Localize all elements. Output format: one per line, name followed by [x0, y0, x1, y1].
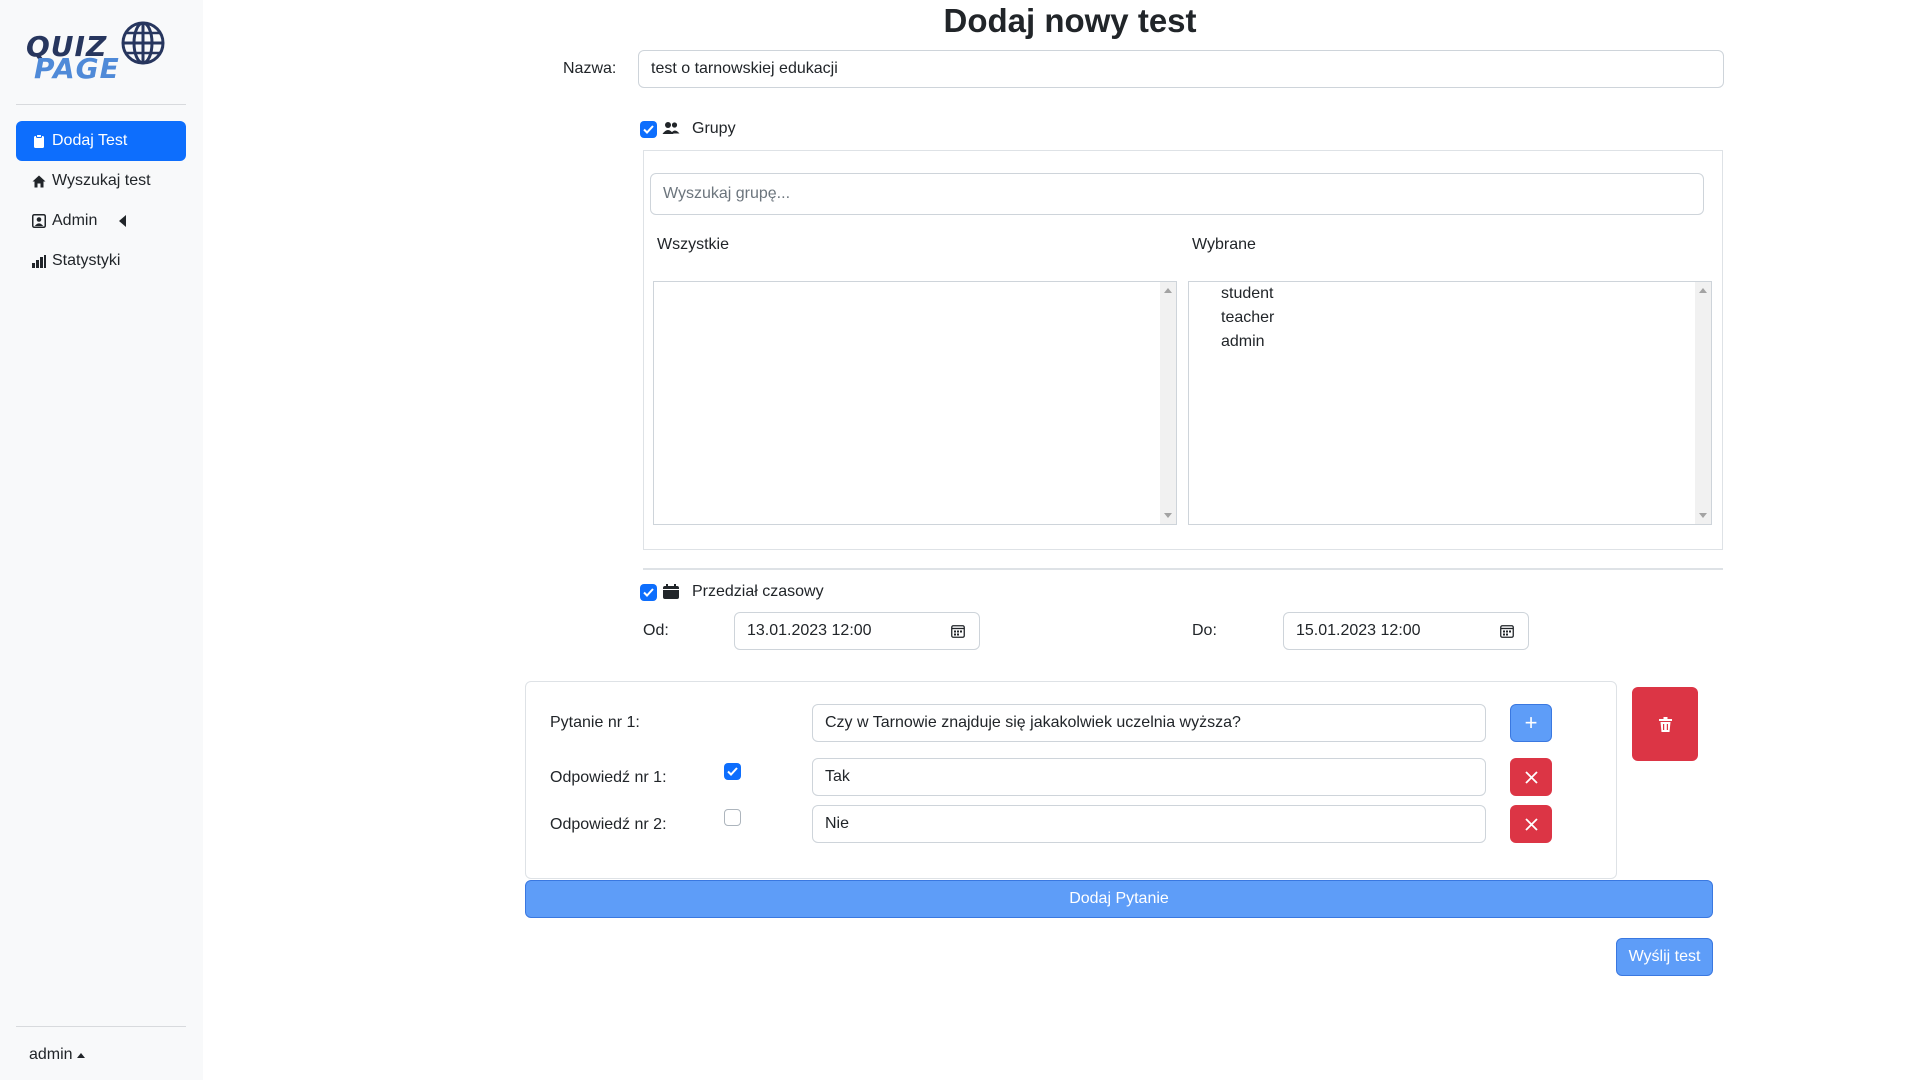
to-label: Do:: [1192, 622, 1217, 639]
answer-input[interactable]: Nie: [812, 805, 1486, 843]
trash-icon: [1658, 716, 1672, 732]
name-label: Nazwa:: [563, 60, 617, 77]
time-range-label: Przedział czasowy: [692, 583, 824, 600]
add-answer-button[interactable]: +: [1510, 704, 1552, 742]
test-name-input[interactable]: test o tarnowskiej edukacji: [638, 50, 1724, 88]
group-search-input[interactable]: Wyszukaj grupę...: [650, 173, 1704, 215]
sidebar-item-dodaj-test[interactable]: Dodaj Test: [16, 121, 186, 161]
sidebar-item-wyszukaj-test[interactable]: Wyszukaj test: [16, 161, 186, 201]
sidebar: QUIZ PAGE Dodaj Test Wyszukaj test Admin…: [0, 0, 203, 1080]
selected-groups-label: Wybrane: [1192, 236, 1256, 253]
sidebar-item-label: Statystyki: [52, 252, 121, 269]
answer-correct-checkbox[interactable]: [724, 763, 741, 780]
list-item[interactable]: student: [1221, 285, 1273, 303]
answer-correct-checkbox[interactable]: [724, 809, 741, 826]
logo-text-page: PAGE: [34, 52, 120, 85]
question-label: Pytanie nr 1:: [550, 714, 640, 731]
globe-icon: [121, 21, 165, 65]
sidebar-divider-bottom: [16, 1026, 186, 1027]
clipboard-icon: [32, 134, 46, 148]
groups-checkbox[interactable]: [640, 121, 657, 138]
sidebar-item-admin[interactable]: Admin: [16, 201, 186, 241]
answer-label: Odpowiedź nr 2:: [550, 816, 667, 833]
list-item[interactable]: admin: [1221, 333, 1265, 351]
scrollbar[interactable]: [1695, 282, 1711, 524]
house-icon: [32, 174, 46, 188]
groups-checkbox-label: Grupy: [692, 120, 736, 137]
sidebar-item-statystyki[interactable]: Statystyki: [16, 241, 186, 281]
delete-question-button[interactable]: [1632, 687, 1698, 761]
send-test-button[interactable]: Wyślij test: [1616, 938, 1713, 976]
user-menu[interactable]: admin: [29, 1046, 85, 1064]
groups-panel: Wyszukaj grupę... Wszystkie Wybrane stud…: [643, 150, 1723, 550]
all-groups-list[interactable]: [653, 281, 1177, 525]
list-item[interactable]: teacher: [1221, 309, 1274, 327]
calendar-picker-icon[interactable]: [1500, 624, 1514, 643]
close-icon: [1524, 817, 1538, 831]
remove-answer-button[interactable]: [1510, 758, 1552, 796]
all-groups-label: Wszystkie: [657, 236, 729, 253]
caret-up-icon: [76, 1052, 85, 1058]
remove-answer-button[interactable]: [1510, 805, 1552, 843]
sidebar-item-label: Wyszukaj test: [52, 172, 151, 189]
bar-chart-icon: [32, 254, 46, 268]
section-divider: [643, 568, 1723, 570]
calendar-picker-icon[interactable]: [951, 624, 965, 643]
add-question-button[interactable]: Dodaj Pytanie: [525, 880, 1713, 918]
caret-left-icon: [119, 215, 127, 227]
close-icon: [1524, 770, 1538, 784]
question-input[interactable]: Czy w Tarnowie znajduje się jakakolwiek …: [812, 704, 1486, 742]
logo[interactable]: QUIZ PAGE: [26, 18, 172, 85]
to-date-value: 15.01.2023 12:00: [1296, 622, 1421, 639]
check-icon: [643, 588, 654, 597]
people-icon: [662, 121, 680, 140]
plus-icon: +: [1524, 710, 1538, 735]
page-title: Dodaj nowy test: [943, 2, 1197, 39]
from-label: Od:: [643, 622, 669, 639]
sidebar-item-label: Dodaj Test: [52, 132, 128, 149]
person-badge-icon: [32, 214, 46, 228]
check-icon: [727, 767, 738, 776]
sidebar-item-label: Admin: [52, 212, 98, 229]
scrollbar[interactable]: [1160, 282, 1176, 524]
selected-groups-list[interactable]: student teacher admin: [1188, 281, 1712, 525]
answer-input[interactable]: Tak: [812, 758, 1486, 796]
user-name: admin: [29, 1046, 73, 1063]
to-date-input[interactable]: 15.01.2023 12:00: [1283, 612, 1529, 650]
check-icon: [643, 125, 654, 134]
sidebar-nav: Dodaj Test Wyszukaj test Admin Statystyk…: [16, 121, 186, 281]
time-range-checkbox[interactable]: [640, 584, 657, 601]
calendar-icon: [663, 584, 679, 604]
answer-label: Odpowiedź nr 1:: [550, 769, 667, 786]
from-date-value: 13.01.2023 12:00: [747, 622, 872, 639]
sidebar-divider: [16, 104, 186, 105]
from-date-input[interactable]: 13.01.2023 12:00: [734, 612, 980, 650]
